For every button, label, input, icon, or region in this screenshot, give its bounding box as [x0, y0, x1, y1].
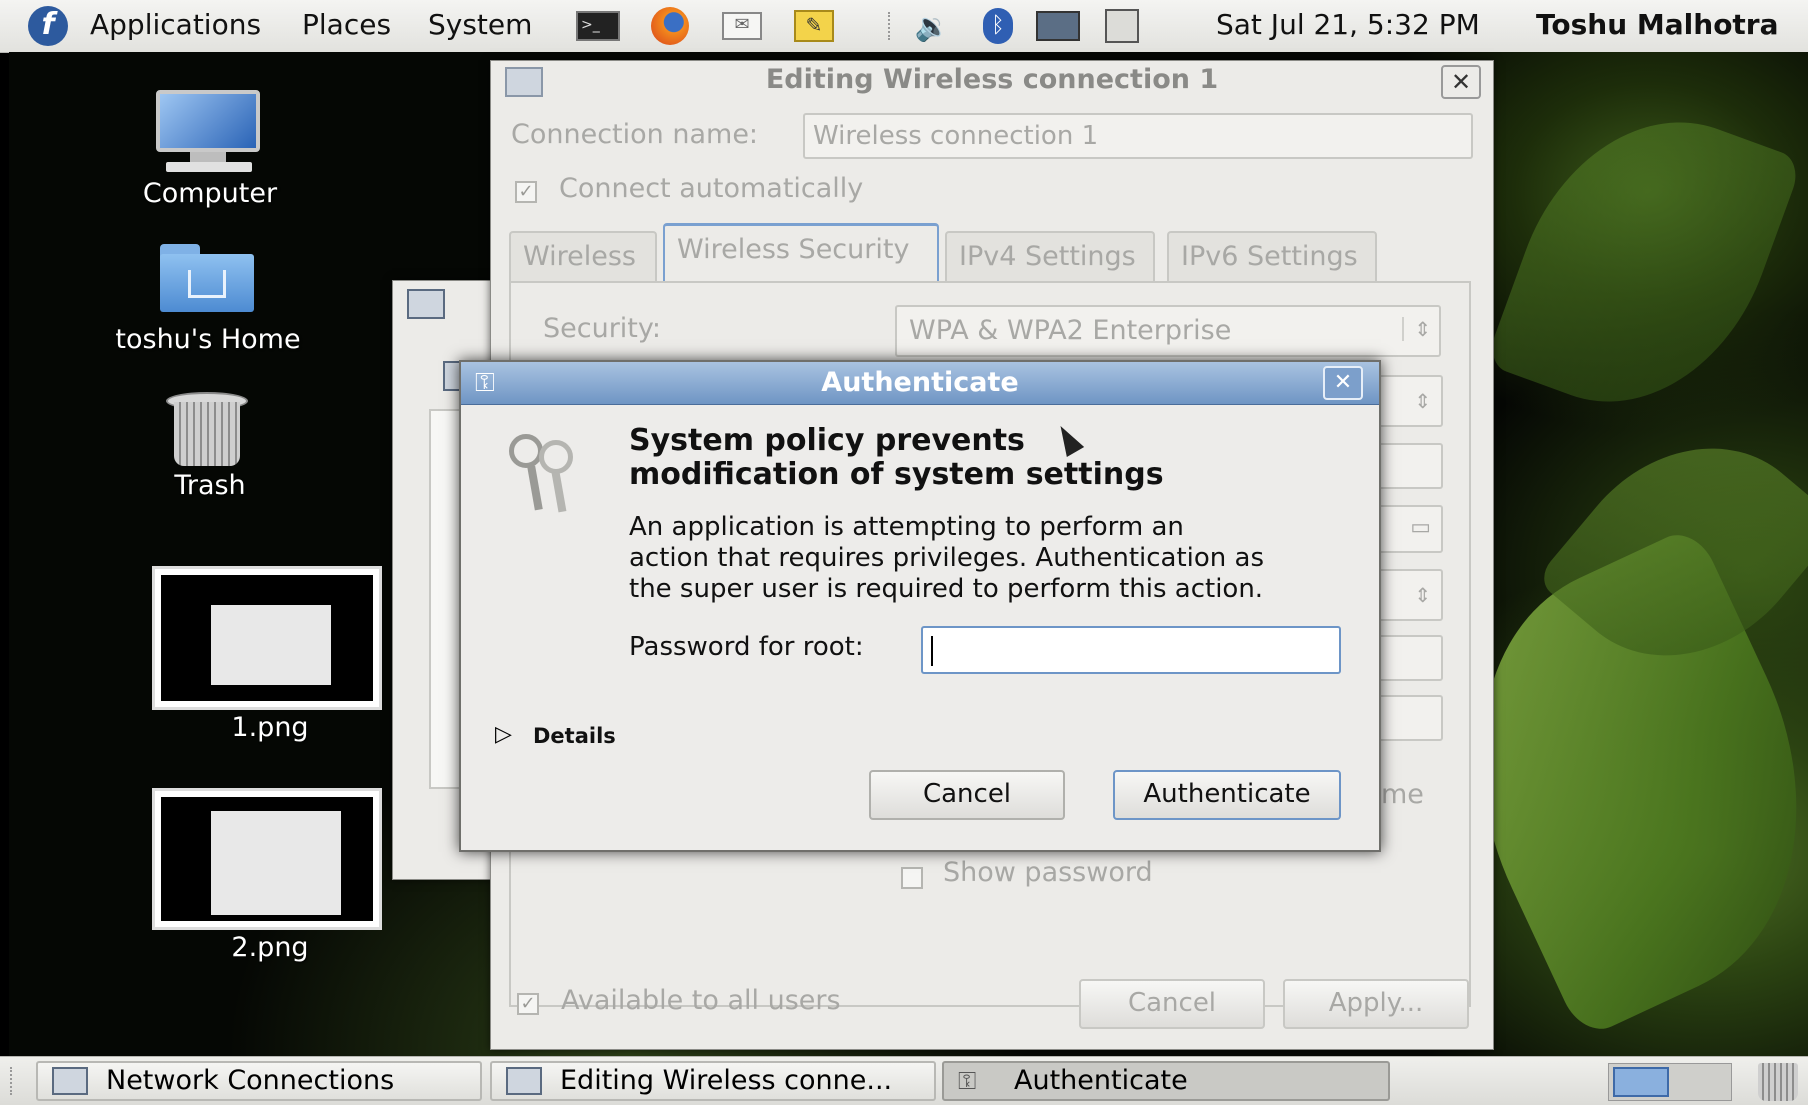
- computer-icon[interactable]: [150, 90, 266, 178]
- select-arrows-icon: ⇕: [1402, 317, 1431, 341]
- certificate-button[interactable]: ▭: [1371, 505, 1443, 553]
- text-cursor: [931, 636, 933, 666]
- tab-ipv6-settings[interactable]: IPv6 Settings: [1167, 231, 1377, 283]
- volume-icon[interactable]: 🔉: [910, 8, 954, 44]
- security-select[interactable]: WPA & WPA2 Enterprise ⇕: [895, 305, 1441, 357]
- password-input[interactable]: [921, 626, 1341, 674]
- dialog-title: Authenticate: [461, 362, 1379, 405]
- clock[interactable]: Sat Jul 21, 5:32 PM: [1216, 8, 1480, 41]
- heading-line-2: modification of system settings: [629, 457, 1164, 492]
- workspace-1[interactable]: [1613, 1067, 1669, 1097]
- connect-automatically-checkbox[interactable]: ✓: [515, 181, 537, 203]
- show-password-label: Show password: [943, 857, 1153, 888]
- panel-separator: [888, 12, 894, 40]
- heading-line-1: System policy prevents: [629, 423, 1025, 458]
- window-menu-icon[interactable]: [505, 67, 543, 97]
- battery-icon[interactable]: [1100, 8, 1144, 44]
- bottom-panel: Network Connections Editing Wireless con…: [0, 1056, 1808, 1105]
- trash-label[interactable]: Trash: [80, 470, 340, 501]
- inner-auth-select[interactable]: ⇕: [1371, 569, 1443, 621]
- select-arrows-icon: ⇕: [1414, 583, 1431, 607]
- close-icon[interactable]: ✕: [1323, 366, 1363, 400]
- mail-icon[interactable]: ✉: [720, 8, 764, 44]
- keys-icon: [505, 430, 585, 514]
- file-thumbnail-2[interactable]: [152, 788, 382, 930]
- system-menu[interactable]: System: [428, 8, 532, 41]
- available-all-users-checkbox[interactable]: ✓: [517, 993, 539, 1015]
- show-password-checkbox[interactable]: [901, 867, 923, 889]
- window-icon: [52, 1067, 88, 1095]
- dialog-heading: System policy prevents modification of s…: [629, 424, 1164, 492]
- tab-ipv4-settings[interactable]: IPv4 Settings: [945, 231, 1155, 283]
- trash-applet-icon[interactable]: [1758, 1063, 1798, 1101]
- workspace-switcher[interactable]: [1608, 1063, 1732, 1101]
- file-thumbnail-1[interactable]: [152, 566, 382, 710]
- password-label: Password for root:: [629, 632, 864, 662]
- cancel-button[interactable]: Cancel: [869, 770, 1065, 820]
- wallpaper-leaf: [1484, 81, 1804, 443]
- identity-field[interactable]: [1371, 443, 1443, 489]
- tab-wireless[interactable]: Wireless: [509, 231, 657, 283]
- task-label: Authenticate: [1014, 1065, 1188, 1096]
- window-title: Editing Wireless connection 1: [765, 64, 1219, 95]
- folder-icon: ▭: [1410, 515, 1431, 540]
- notes-icon[interactable]: ✎: [792, 8, 836, 44]
- applications-menu[interactable]: Applications: [90, 8, 261, 41]
- top-panel: f Applications Places System >_ ✉ ✎ 🔉 ᛒ …: [0, 0, 1808, 53]
- details-expander-icon[interactable]: ▷: [495, 722, 512, 747]
- authenticate-button[interactable]: Authenticate: [1113, 770, 1341, 820]
- user-name[interactable]: Toshu Malhotra: [1536, 8, 1779, 41]
- file-label-1[interactable]: 1.png: [140, 712, 400, 743]
- authenticate-dialog[interactable]: Authenticate ⚿ ✕ System policy prevents …: [459, 360, 1381, 852]
- security-value: WPA & WPA2 Enterprise: [909, 315, 1232, 346]
- key-icon: ⚿: [475, 368, 495, 398]
- connection-name-value: Wireless connection 1: [813, 121, 1099, 151]
- window-icon: [506, 1067, 542, 1095]
- dialog-body: An application is attempting to perform …: [629, 512, 1264, 605]
- auth-method-select[interactable]: ⇕: [1371, 375, 1443, 427]
- window-icon: [407, 289, 445, 319]
- security-label: Security:: [543, 313, 662, 344]
- body-line-2: action that requires privileges. Authent…: [629, 543, 1265, 573]
- terminal-icon[interactable]: >_: [576, 8, 620, 44]
- apply-button[interactable]: Apply...: [1283, 979, 1469, 1029]
- connection-name-label: Connection name:: [511, 119, 759, 150]
- places-menu[interactable]: Places: [302, 8, 391, 41]
- computer-label[interactable]: Computer: [80, 178, 340, 209]
- file-label-2[interactable]: 2.png: [140, 932, 400, 963]
- home-folder-icon[interactable]: [160, 244, 254, 312]
- username-field[interactable]: [1371, 635, 1443, 681]
- partial-label: me: [1381, 779, 1424, 810]
- fedora-logo-icon[interactable]: f: [28, 6, 68, 46]
- details-expander[interactable]: Details: [533, 724, 616, 748]
- cancel-button[interactable]: Cancel: [1079, 979, 1265, 1029]
- body-line-1: An application is attempting to perform …: [629, 512, 1184, 542]
- task-editing-wireless[interactable]: Editing Wireless conne...: [490, 1061, 936, 1101]
- select-arrows-icon: ⇕: [1414, 389, 1431, 413]
- task-network-connections[interactable]: Network Connections: [36, 1061, 482, 1101]
- bluetooth-icon[interactable]: ᛒ: [976, 8, 1020, 44]
- trash-icon[interactable]: [166, 392, 248, 466]
- key-icon: ⚿: [958, 1067, 977, 1095]
- available-all-users-label: Available to all users: [561, 985, 841, 1016]
- home-label[interactable]: toshu's Home: [78, 324, 338, 355]
- task-label: Editing Wireless conne...: [560, 1065, 893, 1096]
- tab-wireless-security[interactable]: Wireless Security: [663, 223, 939, 283]
- panel-handle: [10, 1067, 16, 1095]
- connect-automatically-label: Connect automatically: [559, 173, 864, 204]
- network-icon[interactable]: [1036, 8, 1080, 44]
- body-line-3: the super user is required to perform th…: [629, 574, 1264, 604]
- password-field[interactable]: [1371, 695, 1443, 741]
- task-label: Network Connections: [106, 1065, 395, 1096]
- task-authenticate[interactable]: ⚿ Authenticate: [942, 1061, 1390, 1101]
- connection-name-field[interactable]: Wireless connection 1: [803, 113, 1473, 159]
- firefox-icon[interactable]: [648, 7, 692, 45]
- close-icon[interactable]: ✕: [1441, 65, 1481, 99]
